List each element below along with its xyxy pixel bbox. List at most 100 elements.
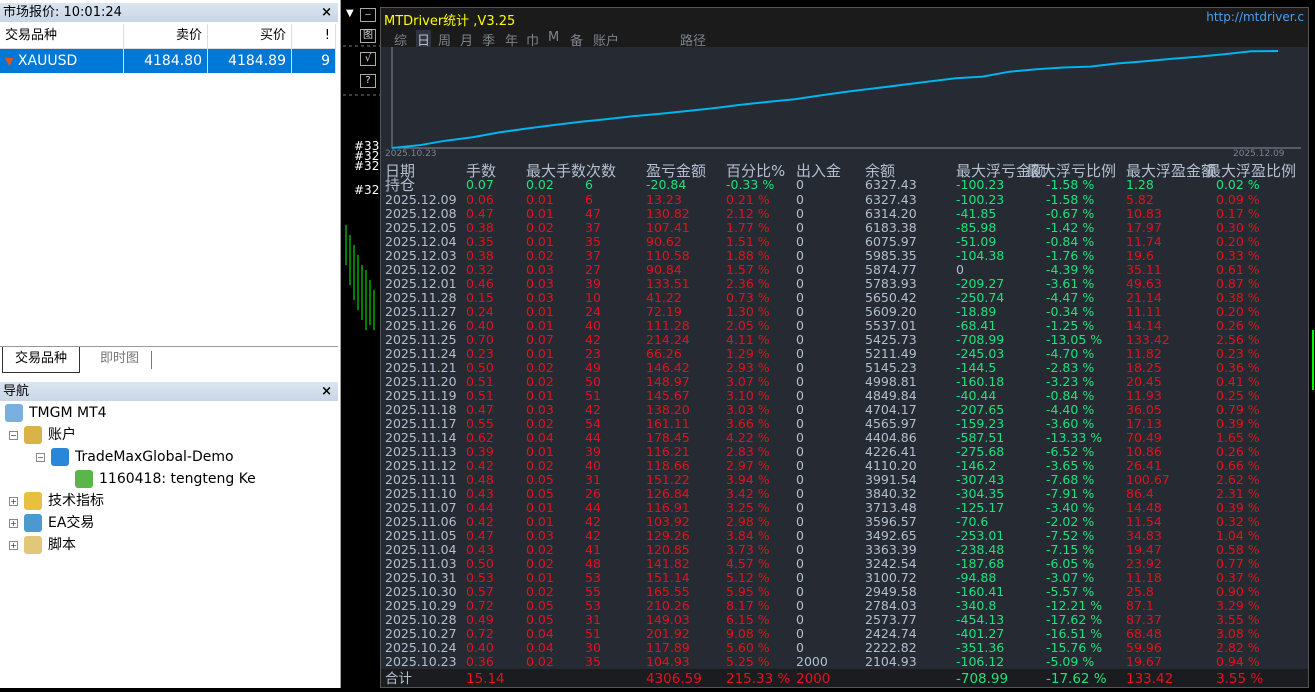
table-cell: 2025.12.05 — [385, 220, 457, 235]
table-cell: 0.40 — [466, 318, 494, 333]
minimize-button[interactable]: ‒ — [360, 8, 376, 22]
table-cell: 2025.10.24 — [385, 640, 457, 655]
nav-item[interactable]: + 技术指标 — [9, 490, 104, 512]
table-cell: -94.88 — [956, 570, 997, 585]
table-cell: 0.72 — [466, 598, 494, 613]
table-cell: 17.13 — [1126, 416, 1162, 431]
nav-item[interactable]: TMGM MT4 — [5, 402, 107, 424]
expand-toggle-icon[interactable]: − — [9, 430, 18, 440]
close-icon[interactable]: × — [321, 3, 332, 22]
expand-toggle-icon[interactable]: + — [9, 540, 18, 550]
market-watch-header: 交易品种 卖价 买价 ! — [0, 24, 336, 49]
table-cell: 110.58 — [646, 248, 690, 263]
nav-item[interactable]: − TradeMaxGlobal-Demo — [36, 446, 234, 468]
table-cell: 3242.54 — [865, 556, 917, 571]
table-cell: 35 — [585, 654, 601, 669]
close-icon[interactable]: × — [321, 382, 332, 401]
table-cell: 1.57 % — [726, 262, 770, 277]
table-cell: 34.83 — [1126, 528, 1162, 543]
table-cell: 3363.39 — [865, 542, 917, 557]
table-cell: 0 — [796, 177, 804, 192]
expand-toggle-icon[interactable]: − — [36, 452, 45, 462]
table-cell: 0.01 — [526, 234, 554, 249]
table-cell: 2.31 % — [1216, 486, 1260, 501]
table-cell: 0.39 — [466, 444, 494, 459]
table-cell: 0.39 % — [1216, 416, 1260, 431]
col-ask[interactable]: 买价 — [208, 24, 292, 48]
col-symbol[interactable]: 交易品种 — [0, 24, 124, 48]
expand-toggle-icon[interactable]: + — [9, 518, 18, 528]
table-cell: 40 — [585, 318, 601, 333]
help-button[interactable]: ? — [360, 74, 376, 88]
table-cell: 2025.11.10 — [385, 486, 457, 501]
table-cell: 9.08 % — [726, 626, 770, 641]
table-cell: 6 — [585, 192, 593, 207]
table-cell: 0 — [796, 486, 804, 501]
table-cell: 2.12 % — [726, 206, 770, 221]
table-cell: 3.66 % — [726, 416, 770, 431]
table-cell: 0.51 — [466, 388, 494, 403]
table-cell: -245.03 — [956, 346, 1005, 361]
table-cell: 120.85 — [646, 542, 690, 557]
table-cell: 0.01 — [526, 500, 554, 515]
table-cell: 0 — [796, 514, 804, 529]
table-cell: 0.38 — [466, 248, 494, 263]
table-cell: 3713.48 — [865, 500, 917, 515]
table-cell: 35 — [585, 234, 601, 249]
table-cell: 0 — [796, 402, 804, 417]
col-spread[interactable]: ! — [292, 24, 336, 48]
table-cell: -4.47 % — [1046, 290, 1095, 305]
table-cell: 0.50 — [466, 360, 494, 375]
tab-symbols[interactable]: 交易品种 — [2, 347, 81, 373]
chart-button[interactable]: 图 — [360, 29, 376, 43]
check-button[interactable]: √ — [360, 52, 376, 66]
website-link[interactable]: http://mtdriver.c — [1206, 10, 1304, 24]
table-cell: -40.44 — [956, 388, 997, 403]
table-cell: 0 — [796, 430, 804, 445]
table-cell: 0.01 — [526, 570, 554, 585]
table-cell: 3596.57 — [865, 514, 917, 529]
nav-item[interactable]: − 账户 — [9, 424, 76, 446]
table-cell: 24 — [585, 304, 601, 319]
table-cell: 5425.73 — [865, 332, 917, 347]
expand-toggle-icon[interactable]: + — [9, 496, 18, 506]
table-cell: 2025.11.03 — [385, 556, 457, 571]
table-cell: 20.45 — [1126, 374, 1162, 389]
dropdown-icon[interactable]: ▼ — [346, 8, 354, 19]
table-cell: 0.05 — [526, 486, 554, 501]
table-cell: 0 — [796, 472, 804, 487]
nav-icon — [24, 536, 42, 554]
table-cell: 30 — [585, 640, 601, 655]
table-cell: 0.32 — [466, 262, 494, 277]
table-cell: -401.27 — [956, 626, 1005, 641]
table-cell: 0.47 — [466, 528, 494, 543]
table-cell: -106.12 — [956, 654, 1005, 669]
table-cell: 2025.11.27 — [385, 304, 457, 319]
table-cell: 2025.12.04 — [385, 234, 457, 249]
menu-item[interactable]: M — [548, 30, 559, 45]
table-cell: -17.62 % — [1046, 671, 1107, 687]
symbol-row[interactable]: ▼ XAUUSD 4184.80 4184.89 9 — [0, 49, 336, 73]
table-cell: 0.87 % — [1216, 276, 1260, 291]
table-cell: 165.55 — [646, 584, 690, 599]
table-cell: 0.01 — [526, 192, 554, 207]
tab-tick-chart[interactable]: 即时图 — [88, 351, 153, 369]
table-cell: 5650.42 — [865, 290, 917, 305]
table-cell: 0.48 — [466, 472, 494, 487]
nav-label: EA交易 — [48, 515, 95, 531]
table-cell: 2.56 % — [1216, 332, 1260, 347]
table-cell: 0.20 % — [1216, 234, 1260, 249]
col-bid[interactable]: 卖价 — [124, 24, 208, 48]
table-cell: 0 — [796, 360, 804, 375]
table-cell: 2025.10.27 — [385, 626, 457, 641]
table-cell: -16.51 % — [1046, 626, 1103, 641]
table-cell: 0.35 — [466, 234, 494, 249]
table-cell: 5211.49 — [865, 346, 917, 361]
table-cell: 0.05 — [526, 612, 554, 627]
table-cell: 6327.43 — [865, 192, 917, 207]
table-cell: 37 — [585, 248, 601, 263]
table-cell: 0.26 % — [1216, 318, 1260, 333]
nav-item[interactable]: + 脚本 — [9, 534, 76, 556]
nav-item[interactable]: + EA交易 — [9, 512, 94, 534]
nav-item[interactable]: 1160418: tengteng Ke — [75, 468, 256, 490]
